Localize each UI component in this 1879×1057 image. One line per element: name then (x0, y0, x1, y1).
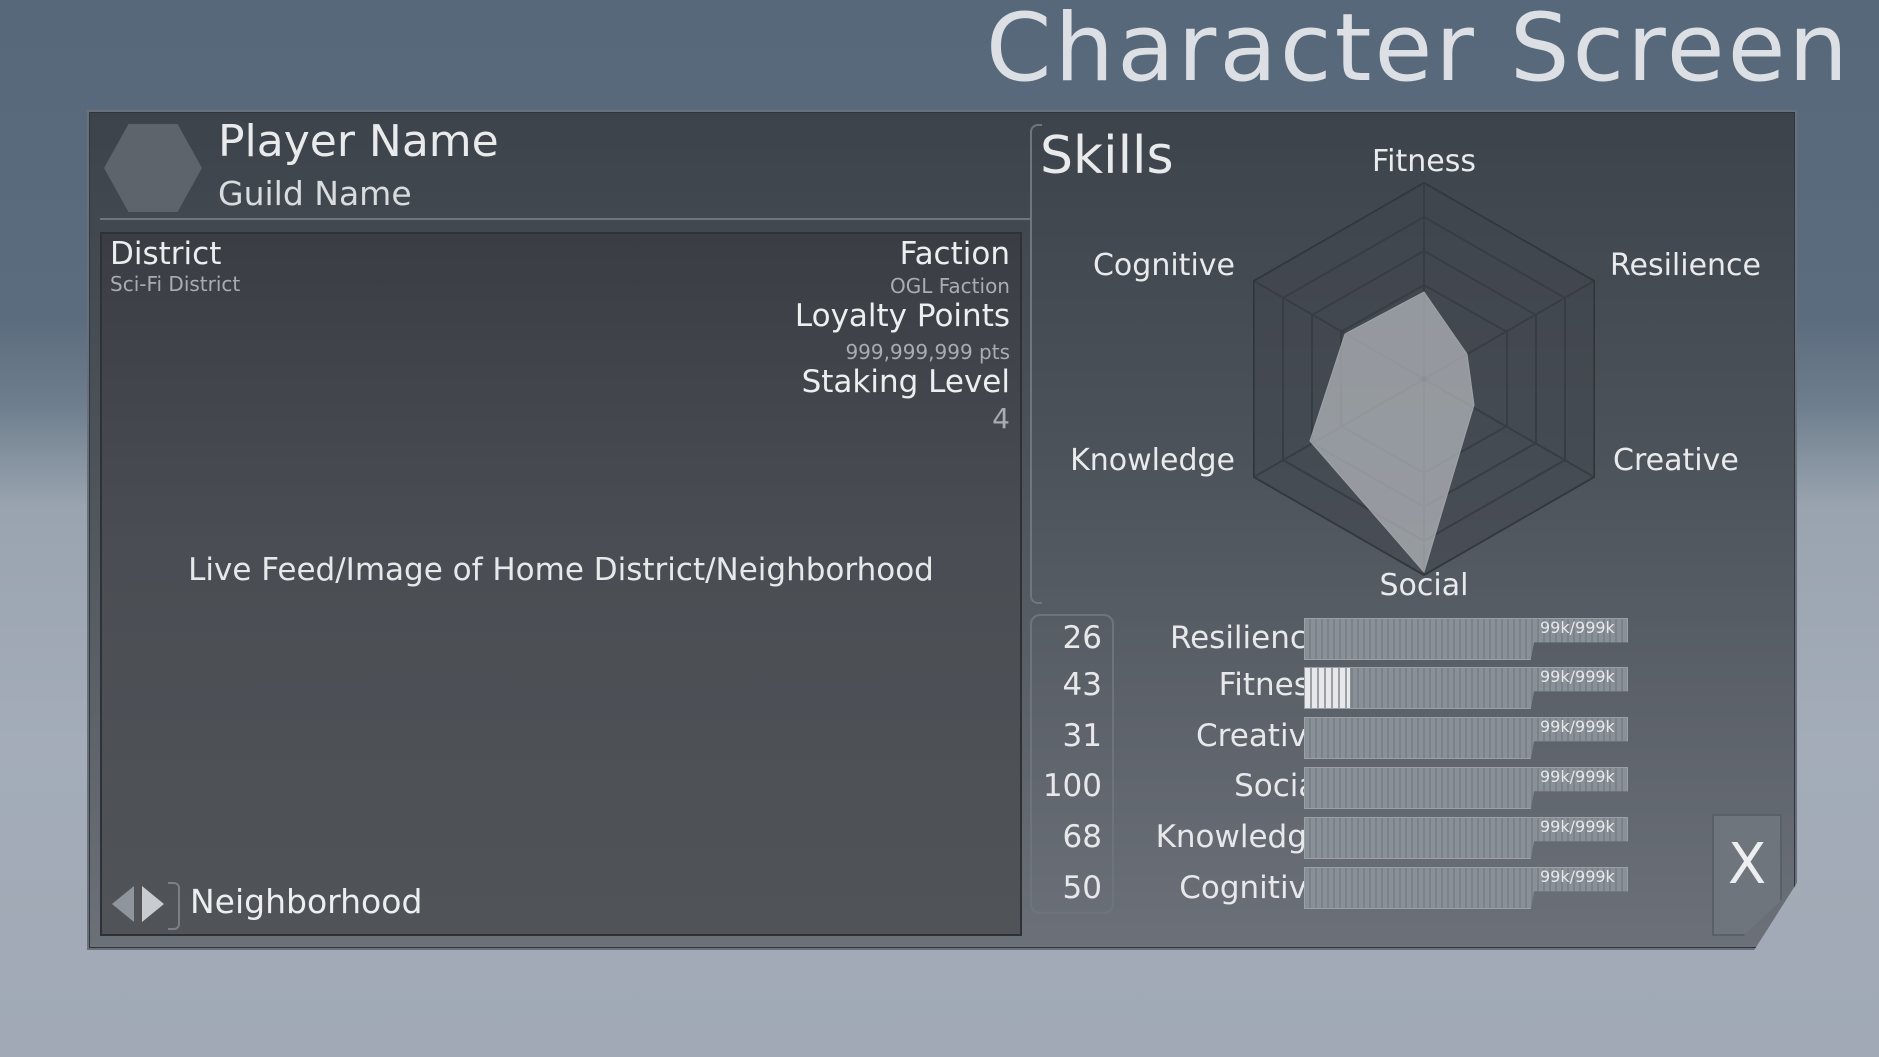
radar-label-cognitive: Cognitive (1093, 248, 1235, 283)
radar-label-resilience: Resilience (1610, 248, 1761, 283)
stat-bar-text: 99k/999k (1540, 817, 1615, 836)
stat-value: 68 (1062, 819, 1102, 855)
stat-value: 43 (1062, 667, 1102, 703)
nav-bracket (168, 882, 180, 930)
radar-label-knowledge: Knowledge (1070, 443, 1235, 478)
stat-bar-text: 99k/999k (1540, 667, 1615, 686)
stat-value: 50 (1062, 870, 1102, 906)
skills-radar-chart: Fitness Resilience Creative Social Knowl… (1070, 144, 1761, 603)
stat-bar-text: 99k/999k (1540, 767, 1615, 786)
close-button-label: X (1727, 832, 1767, 897)
stat-name: Knowledge (1155, 819, 1326, 855)
neighborhood-label: Neighborhood (190, 882, 423, 921)
faction-value: OGL Faction (890, 274, 1010, 298)
stat-bar-text: 99k/999k (1540, 867, 1615, 886)
stat-value: 100 (1042, 768, 1102, 804)
stat-name: Resilience (1169, 620, 1326, 656)
radar-label-fitness: Fitness (1372, 144, 1476, 179)
radar-label-creative: Creative (1613, 443, 1739, 478)
home-district-feed: District Sci-Fi District Faction OGL Fac… (100, 232, 1022, 936)
live-feed-placeholder: Live Feed/Image of Home District/Neighbo… (188, 552, 934, 588)
stat-value: 31 (1062, 718, 1102, 754)
arrow-left-icon[interactable] (112, 886, 134, 922)
radar-label-social: Social (1380, 568, 1469, 603)
stat-name: Cognitive (1179, 870, 1326, 906)
neighborhood-nav (112, 886, 164, 922)
loyalty-points-label: Loyalty Points (794, 298, 1010, 334)
staking-level-label: Staking Level (801, 364, 1010, 400)
stat-bar-text: 99k/999k (1540, 717, 1615, 736)
stat-name: Creative (1196, 718, 1326, 754)
loyalty-points-value: 999,999,999 pts (845, 340, 1010, 364)
district-value: Sci-Fi District (110, 272, 241, 296)
stat-name: Fitness (1218, 667, 1326, 703)
stat-value: 26 (1062, 620, 1102, 656)
stat-name: Social (1234, 768, 1326, 804)
header-divider (100, 218, 1032, 220)
district-label: District (110, 236, 222, 272)
player-name: Player Name (218, 116, 499, 167)
guild-name: Guild Name (218, 174, 412, 213)
faction-label: Faction (899, 236, 1010, 272)
stat-bar-text: 99k/999k (1540, 618, 1615, 637)
arrow-right-icon[interactable] (142, 886, 164, 922)
screen-title: Character Screen (985, 0, 1851, 103)
staking-level-value: 4 (992, 402, 1010, 435)
